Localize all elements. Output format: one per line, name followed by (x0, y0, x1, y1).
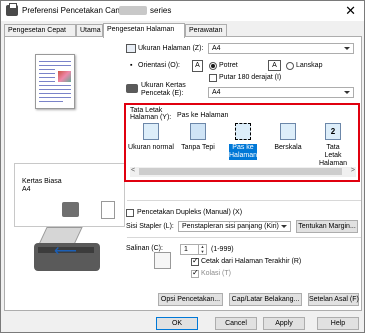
printer-paper-label-1: Ukuran Kertas (141, 82, 186, 89)
printer-illustration-icon: ⟵ (30, 225, 106, 275)
duplex-checkbox[interactable] (126, 209, 134, 217)
page-layout-label-1: Tata Letak (130, 107, 163, 114)
divider (127, 200, 361, 201)
layout-scaled[interactable]: Berskala (263, 123, 313, 152)
orientation-bullet: ▪ (130, 62, 133, 69)
layout-page-layout[interactable]: 2 Tata Letak Halaman (308, 123, 358, 168)
redacted-model-name (119, 6, 147, 15)
copies-icon (154, 252, 171, 269)
collate-label: Kolasi (T) (201, 270, 231, 277)
page-layout-label-2: Halaman (Y): (130, 114, 172, 121)
scaled-icon (280, 123, 296, 140)
tab-page-setup[interactable]: Pengesetan Halaman (103, 23, 185, 38)
layout-name-scaled: Berskala (274, 144, 302, 151)
title-bar: Preferensi Pencetakan Canon series ✕ (1, 1, 364, 21)
landscape-radio[interactable] (286, 62, 294, 70)
layout-scrollbar[interactable]: < > (130, 167, 356, 177)
page-layout-icon: 2 (325, 123, 341, 140)
page-setup-panel: Kertas Biasa A4 ⟵ Ukuran Halaman (Z): A4… (4, 36, 362, 311)
rotate-180-label: Putar 180 derajat (I) (219, 74, 282, 81)
rotate-180-checkbox[interactable] (209, 74, 217, 82)
landscape-icon: A (268, 60, 281, 71)
copies-label: Salinan (C): (126, 245, 163, 252)
close-icon[interactable]: ✕ (345, 3, 356, 19)
page-preview-icon (35, 54, 75, 109)
scroll-left-icon[interactable]: < (131, 167, 135, 174)
normal-size-icon (143, 123, 159, 140)
stamp-background-button[interactable]: Cap/Latar Belakang... (229, 293, 302, 306)
portrait-icon: A (192, 60, 203, 72)
layout-fit-to-page[interactable]: Pas ke Halaman (218, 123, 268, 160)
specify-margin-button[interactable]: Tentukan Margin... (296, 220, 358, 233)
window-title: Preferensi Pencetakan Canon (22, 6, 129, 15)
defaults-button[interactable]: Setelan Asal (F) (308, 293, 359, 306)
divider (127, 237, 361, 238)
printer-icon (6, 3, 18, 16)
layout-name-fit-to-page: Pas ke Halaman (229, 144, 258, 160)
ok-button[interactable]: OK (156, 317, 198, 330)
print-options-button[interactable]: Opsi Pencetakan... (158, 293, 223, 306)
page-size-icon (126, 44, 136, 53)
stapler-select[interactable]: Penstapleran sisi panjang (Kiri) (178, 221, 291, 232)
page-size-label: Ukuran Halaman (Z): (138, 45, 204, 52)
stapler-label: Sisi Stapler (L): (126, 223, 174, 230)
window-title-suffix: series (150, 6, 172, 15)
layout-name-page-layout: Tata Letak Halaman (318, 144, 347, 167)
print-from-last-checkbox[interactable] (191, 256, 199, 266)
layout-name-borderless: Tanpa Tepi (181, 144, 215, 151)
page-size-select[interactable]: A4 (208, 43, 354, 54)
duplex-label: Pencetakan Dupleks (Manual) (X) (137, 209, 243, 216)
page-layout-group: Tata Letak Halaman (Y): Pas ke Halaman U… (124, 103, 360, 182)
printer-paper-label-2: Pencetak (E): (141, 90, 184, 97)
fit-to-page-icon (235, 123, 251, 140)
landscape-label: Lanskap (296, 62, 323, 69)
collate-checkbox[interactable] (191, 268, 199, 278)
paper-sheet-icon (101, 201, 115, 219)
printer-paper-icon (62, 202, 79, 217)
portrait-label: Potret (219, 62, 238, 69)
layout-name-normal: Ukuran normal (128, 144, 174, 151)
layout-normal-size[interactable]: Ukuran normal (126, 123, 176, 152)
copies-range: (1-999) (211, 246, 234, 253)
media-info-box: Kertas Biasa A4 (14, 163, 125, 227)
portrait-radio[interactable] (209, 62, 217, 70)
cancel-button[interactable]: Cancel (215, 317, 257, 330)
media-type-label: Kertas Biasa (22, 178, 62, 185)
scroll-thumb[interactable] (139, 168, 342, 175)
layout-borderless[interactable]: Tanpa Tepi (173, 123, 223, 152)
printer-paper-select[interactable]: A4 (208, 87, 354, 98)
printer-paper-size-icon (126, 84, 138, 93)
scroll-right-icon[interactable]: > (351, 167, 355, 174)
paper-size-label: A4 (22, 186, 31, 193)
borderless-icon (190, 123, 206, 140)
orientation-label: Orientasi (O): (138, 62, 181, 69)
dialog-window: Preferensi Pencetakan Canon series ✕ Pen… (0, 0, 365, 333)
page-layout-selected-name: Pas ke Halaman (177, 112, 229, 119)
print-from-last-label: Cetak dari Halaman Terakhir (R) (201, 258, 302, 265)
help-button[interactable]: Help (317, 317, 359, 330)
copies-spinner[interactable]: ▲ ▼ (198, 244, 206, 255)
apply-button[interactable]: Apply (263, 317, 305, 330)
